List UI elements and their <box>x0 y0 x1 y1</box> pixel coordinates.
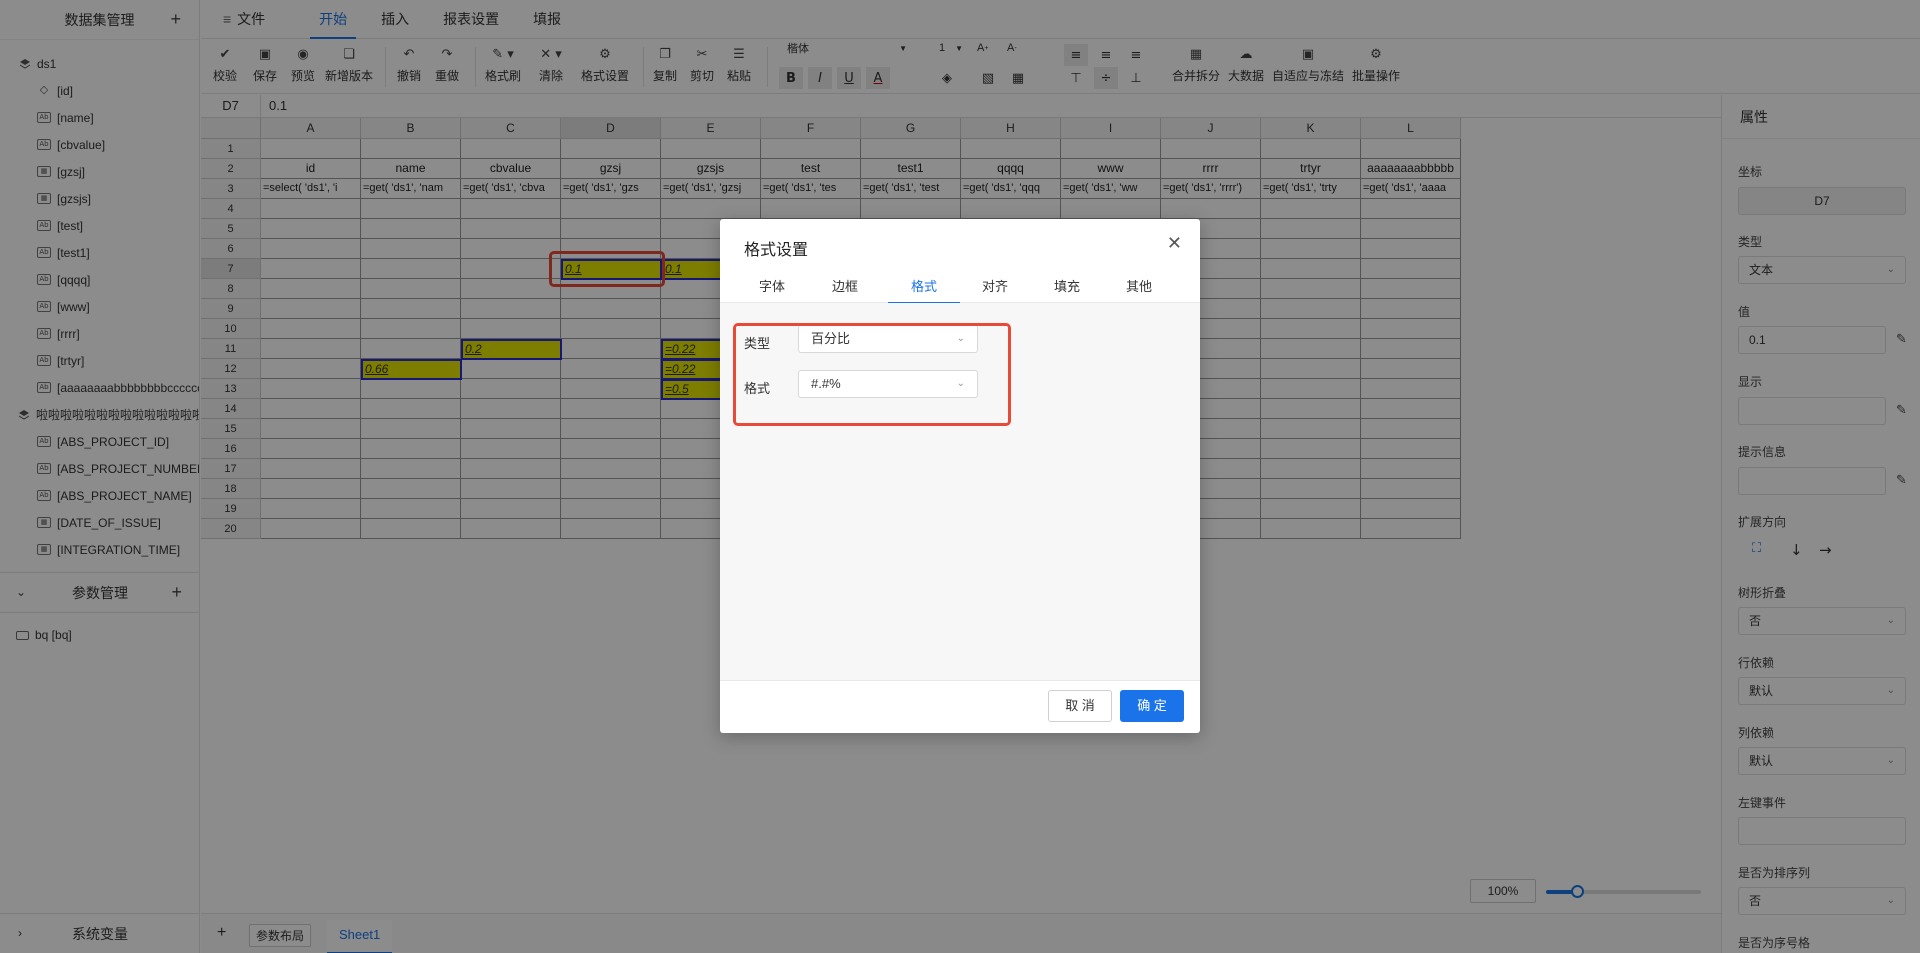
dialog-tabs: 字体 边框 格式 对齐 填充 其他 <box>720 279 1200 304</box>
tab-format[interactable]: 格式 <box>888 279 960 304</box>
close-icon[interactable]: ✕ <box>1167 233 1182 254</box>
tab-font[interactable]: 字体 <box>758 279 786 303</box>
cancel-button[interactable]: 取 消 <box>1048 690 1112 722</box>
tab-align[interactable]: 对齐 <box>981 279 1009 303</box>
confirm-button[interactable]: 确 定 <box>1120 690 1184 722</box>
tab-fill[interactable]: 填充 <box>1053 279 1081 303</box>
highlight-annotation <box>733 323 1011 426</box>
dialog-body: 类型 百分比 ⌄ 格式 #.#% ⌄ <box>720 303 1200 681</box>
tab-other[interactable]: 其他 <box>1125 279 1153 303</box>
dialog-title: 格式设置 <box>744 242 809 259</box>
format-settings-dialog: 格式设置 ✕ 字体 边框 格式 对齐 填充 其他 类型 百分比 ⌄ 格式 #.#… <box>720 219 1200 733</box>
tab-border[interactable]: 边框 <box>831 279 859 303</box>
